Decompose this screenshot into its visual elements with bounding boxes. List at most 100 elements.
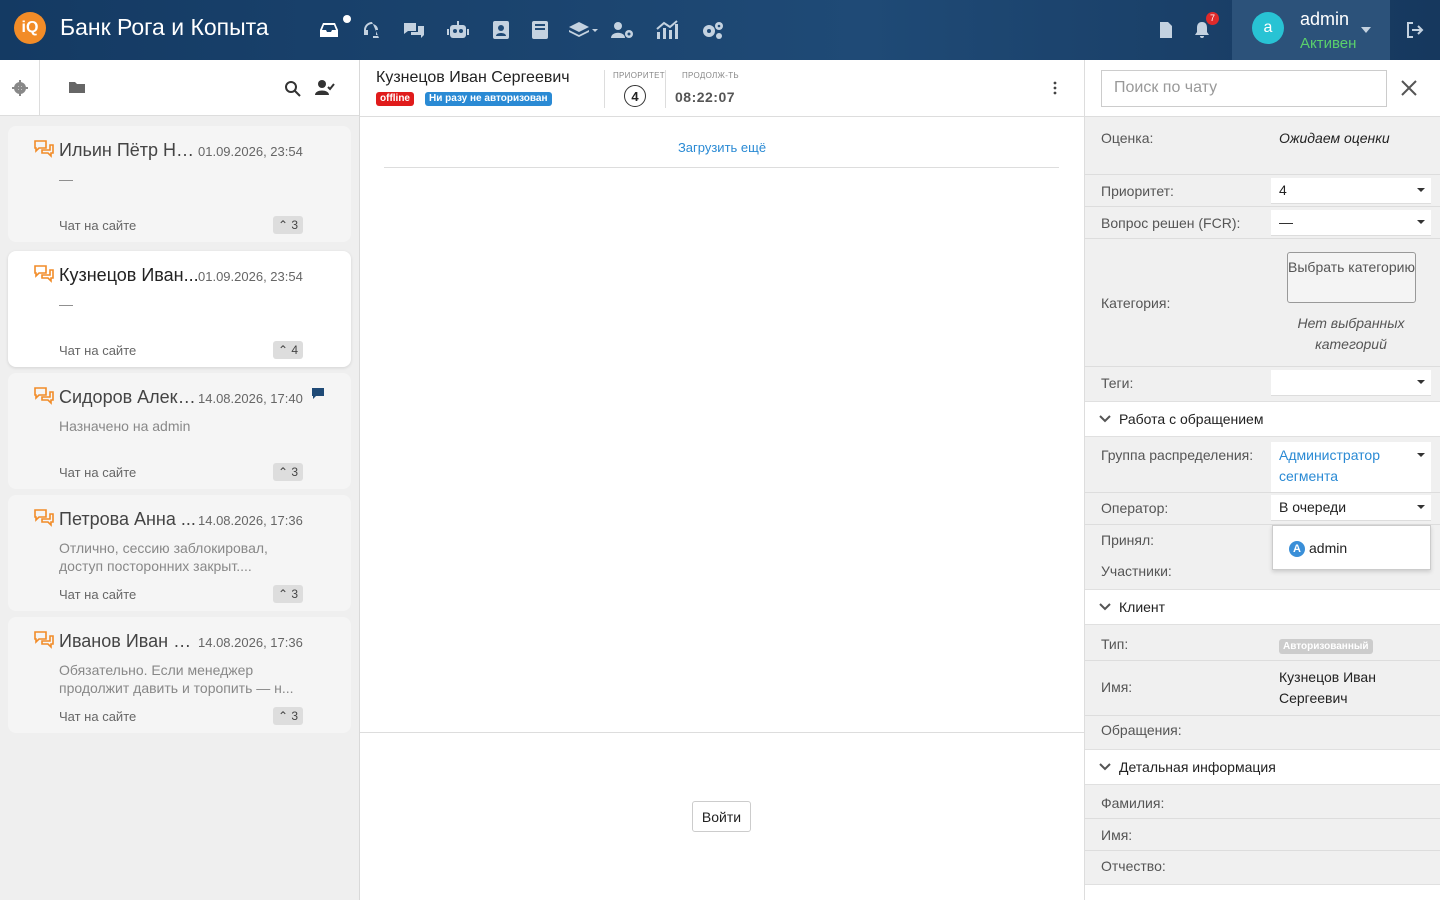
lastname-label: Фамилия: [1101, 795, 1165, 811]
top-bar: iQ Банк Рога и Копыта 7 a admin Активен [0, 0, 1440, 60]
chat-item-name: Иванов Иван И... [59, 631, 199, 651]
divider [384, 167, 1059, 168]
rating-value: Ожидаем оценки [1279, 130, 1390, 146]
section-more[interactable] [1085, 884, 1440, 900]
chat-list-item[interactable]: Петрова Анна ... 14.08.2026, 17:36 Отлич… [8, 495, 351, 611]
analytics-icon[interactable] [655, 18, 679, 42]
chat-bubbles-icon [34, 265, 54, 283]
chats-icon[interactable] [402, 18, 426, 42]
no-categories-text: Нет выбранных категорий [1297, 315, 1405, 352]
folder-icon[interactable] [68, 80, 87, 100]
operator-option-admin[interactable]: admin [1309, 540, 1347, 556]
comment-icon [312, 388, 324, 399]
user-settings-icon[interactable] [610, 18, 634, 42]
chevron-down-icon [1361, 27, 1371, 33]
logout-button[interactable] [1390, 0, 1440, 60]
name-label: Имя: [1101, 679, 1133, 695]
chat-item-preview: Обязательно. Если менеджер продолжит дав… [59, 662, 294, 696]
choose-category-button[interactable]: Выбрать категорию [1287, 252, 1416, 303]
chat-item-name: Ильин Пётр Ни... [59, 140, 199, 160]
close-panel-button[interactable] [1393, 72, 1425, 104]
type-label: Тип: [1101, 636, 1129, 652]
chat-item-date: 14.08.2026, 17:36 [198, 635, 303, 650]
list-settings-button[interactable] [0, 60, 40, 116]
chat-item-name: Петрова Анна ... [59, 509, 196, 529]
chat-header: Кузнецов Иван Сергеевич offline Ни разу … [360, 60, 1084, 117]
search-icon[interactable] [284, 80, 301, 102]
brand-title: Банк Рога и Копыта [60, 14, 269, 40]
user-status: Активен [1300, 35, 1357, 52]
section-details-title: Детальная информация [1119, 759, 1276, 775]
chat-item-date: 14.08.2026, 17:40 [198, 391, 303, 406]
user-menu[interactable]: a admin Активен [1232, 0, 1390, 60]
section-details[interactable]: Детальная информация [1085, 749, 1440, 785]
chat-list-toolbar [0, 60, 359, 116]
duration-value: 08:22:07 [675, 89, 736, 105]
settings-gears-icon[interactable] [700, 18, 724, 42]
section-work[interactable]: Работа с обращением [1085, 401, 1440, 437]
chevron-down-icon [1099, 763, 1111, 771]
chat-item-source: Чат на сайте [59, 465, 137, 480]
chat-item-name: Кузнецов Иван... [59, 265, 199, 285]
client-type-badge: Авторизованный [1279, 639, 1373, 654]
operator-select[interactable]: В очереди [1271, 495, 1431, 521]
document-icon[interactable] [1154, 18, 1178, 42]
category-label: Категория: [1101, 295, 1171, 311]
section-client[interactable]: Клиент [1085, 589, 1440, 625]
chat-bubbles-icon [34, 140, 54, 158]
chat-item-source: Чат на сайте [59, 343, 137, 358]
chevron-down-icon [1099, 415, 1111, 423]
chat-item-preview: — [59, 171, 73, 187]
login-button[interactable]: Войти [692, 801, 751, 832]
section-client-title: Клиент [1119, 599, 1166, 615]
fcr-select[interactable]: — [1271, 210, 1431, 236]
knowledge-book-icon[interactable] [528, 18, 552, 42]
chat-list-item[interactable]: Сидоров Алекс... 14.08.2026, 17:40 Назна… [8, 373, 351, 489]
chat-search-input[interactable]: Поиск по чату [1101, 70, 1387, 107]
headset-icon[interactable] [360, 18, 384, 42]
tags-label: Теги: [1101, 375, 1134, 391]
close-icon [1401, 80, 1417, 96]
chat-list-item[interactable]: Иванов Иван И... 14.08.2026, 17:36 Обяза… [8, 617, 351, 733]
priority-value: 4 [624, 85, 646, 107]
priority-select[interactable]: 4 [1271, 178, 1431, 204]
chat-item-date: 01.09.2026, 23:54 [198, 144, 303, 159]
load-more-link[interactable]: Загрузить ещё [360, 140, 1084, 155]
chevron-down-icon [1099, 603, 1111, 611]
contacts-icon[interactable] [489, 18, 513, 42]
divider [360, 732, 1084, 733]
patronymic-label: Отчество: [1101, 858, 1166, 874]
bot-icon[interactable] [446, 18, 470, 42]
bell-icon[interactable]: 7 [1190, 12, 1219, 42]
chat-list-item[interactable]: Ильин Пётр Ни... 01.09.2026, 23:54 — Чат… [8, 126, 351, 242]
tags-select[interactable] [1271, 370, 1431, 396]
priority-label: Приоритет: [1101, 183, 1174, 199]
operator-avatar: A [1289, 541, 1305, 557]
chat-list-item-active[interactable]: Кузнецов Иван... 01.09.2026, 23:54 — Чат… [8, 251, 351, 367]
accepted-label: Принял: [1101, 532, 1155, 548]
inbox-icon[interactable] [317, 15, 351, 42]
chat-item-priority: ⌃ 3 [273, 707, 304, 725]
chat-item-source: Чат на сайте [59, 218, 137, 233]
notifications-badge: 7 [1206, 12, 1219, 25]
user-name: admin [1300, 9, 1350, 29]
chat-item-date: 14.08.2026, 17:36 [198, 513, 303, 528]
chat-item-priority: ⌃ 3 [273, 585, 304, 603]
assign-user-icon[interactable] [315, 79, 335, 101]
chat-panel: Кузнецов Иван Сергеевич offline Ни разу … [360, 60, 1084, 900]
participants-label: Участники: [1101, 563, 1172, 579]
duration-label: ПРОДОЛЖ-ТЬ [682, 71, 739, 80]
logout-icon [1407, 22, 1424, 38]
chat-item-source: Чат на сайте [59, 587, 137, 602]
layers-dropdown-icon[interactable] [568, 18, 600, 42]
group-select[interactable]: Администратор сегмента [1271, 442, 1431, 492]
chat-bubbles-icon [34, 631, 54, 649]
auth-status-badge: Ни разу не авторизован [425, 92, 552, 106]
chat-list-panel: Ильин Пётр Ни... 01.09.2026, 23:54 — Чат… [0, 60, 360, 900]
chat-item-priority: ⌃ 3 [273, 463, 304, 481]
more-options-icon[interactable] [1048, 80, 1062, 101]
client-name-value: Кузнецов Иван Сергеевич [1279, 669, 1376, 706]
chat-item-name: Сидоров Алекс... [59, 387, 199, 407]
offline-badge: offline [376, 92, 414, 106]
operator-dropdown: A admin [1272, 525, 1431, 570]
